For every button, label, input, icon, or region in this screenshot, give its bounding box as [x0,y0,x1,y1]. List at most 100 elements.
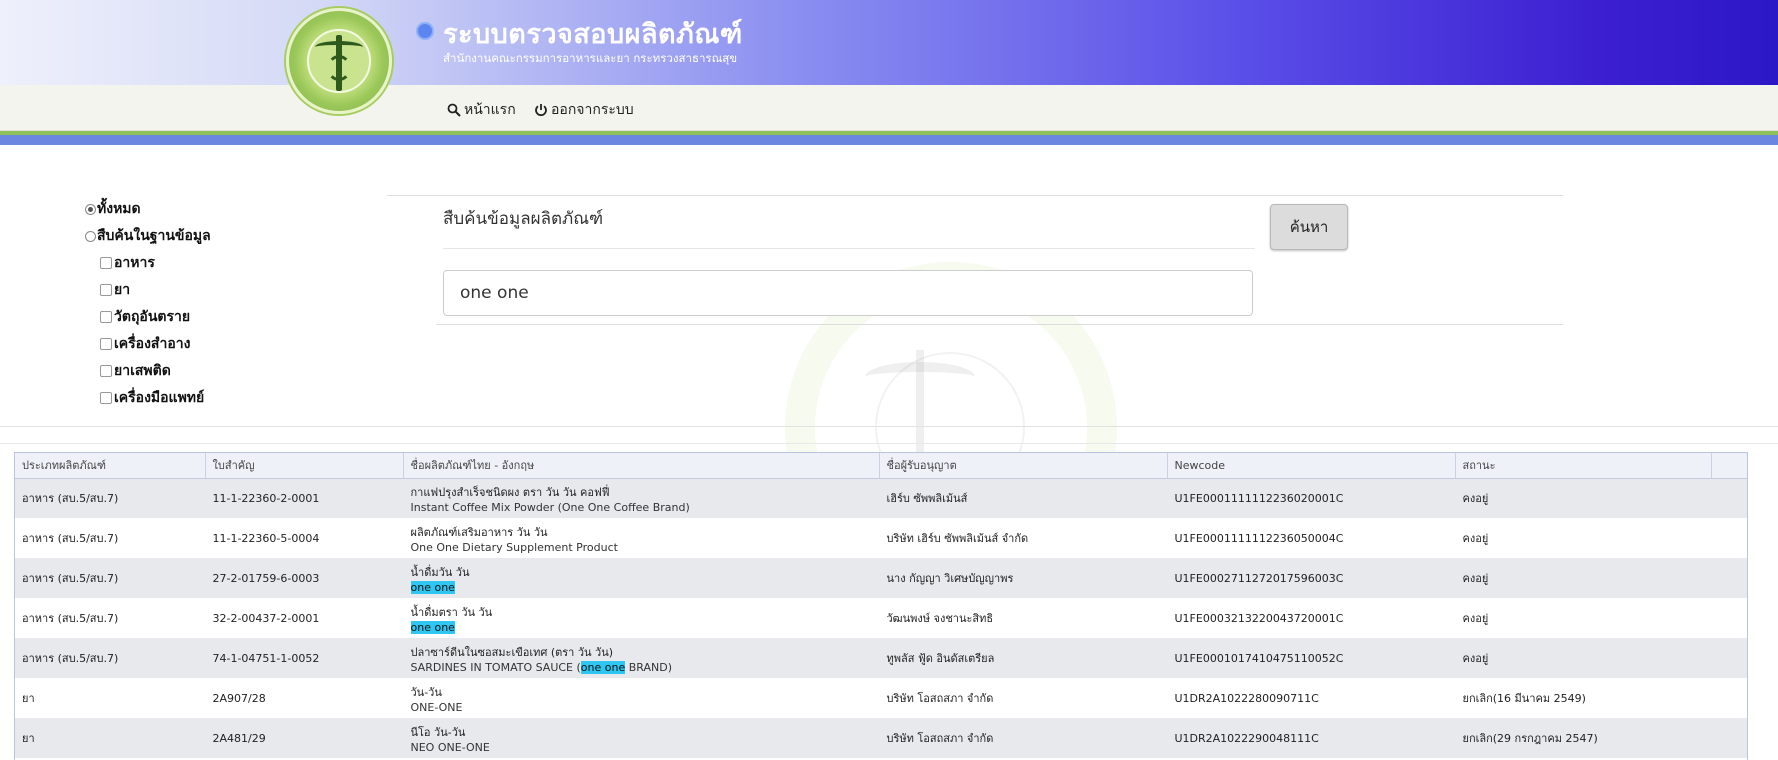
checkbox-medical-device[interactable]: เครื่องมือแพทย์ [100,387,204,409]
checkbox-drug-control[interactable] [100,284,112,296]
cell-status: ยกเลิก(29 กรกฎาคม 2547) [1462,732,1598,745]
cell-licensee: บริษัท เฮิร์บ ซัพพลิเม้นส์ จำกัด [886,532,1029,545]
checkbox-food[interactable]: อาหาร [100,252,155,274]
cell-spacer [1711,638,1747,678]
column-header-newcode[interactable]: Newcode [1167,453,1456,479]
cell-product-name: กาแฟปรุงสำเร็จชนิดผง ตรา วัน วัน คอฟฟี่ … [403,478,879,518]
search-highlight: one one [410,580,455,594]
cell-product-name: ผลิตภัณฑ์เสริมอาหาร วัน วัน One One Diet… [403,518,879,558]
cell-spacer [1711,478,1747,518]
table-row[interactable]: ยา 2A907/28 วัน-วัน ONE-ONE บริษัท โอสถส… [15,678,1747,718]
results-table-container[interactable]: ประเภทผลิตภัณฑ์ ใบสำคัญ ชื่อผลิตภัณฑ์ไทย… [14,452,1748,760]
checkbox-narcotic-control[interactable] [100,365,112,377]
search-highlight: one one [580,660,626,674]
product-name-en: one one [410,580,872,594]
column-header-spacer [1711,453,1747,479]
checkbox-food-label: อาหาร [114,255,155,271]
product-name-en: one one [410,620,872,634]
page-title: ระบบตรวจสอบผลิตภัณฑ์ [443,19,743,50]
table-row[interactable]: อาหาร (สบ.5/สบ.7) 27-2-01759-6-0003 น้ำด… [15,558,1747,598]
nav-bar: หน้าแรก ออกจากระบบ [0,85,1778,131]
cell-status: ยกเลิก(16 มีนาคม 2549) [1462,692,1586,705]
cell-licensee: ทูพลัส ฟู้ด อินดัสเตรียล [886,652,995,665]
cell-product-name: ปลาซาร์ดีนในซอสมะเขือเทศ (ตรา วัน วัน) S… [403,638,879,678]
cell-type: ยา [22,732,35,745]
cell-newcode: U1FE0002711272017596003C [1174,571,1344,585]
checkbox-narcotic-label: ยาเสพติด [114,363,171,379]
cell-spacer [1711,718,1747,758]
cell-licensee: วัฒนพงษ์ จงชานะสิทธิ [886,612,994,625]
radio-all[interactable]: ทั้งหมด [85,198,141,220]
nav-logout-link[interactable]: ออกจากระบบ [534,99,634,121]
cell-status: คงอยู่ [1462,492,1489,506]
results-table: ประเภทผลิตภัณฑ์ ใบสำคัญ ชื่อผลิตภัณฑ์ไทย… [15,453,1747,758]
table-row[interactable]: อาหาร (สบ.5/สบ.7) 11-1-22360-2-0001 กาแฟ… [15,478,1747,518]
checkbox-drug[interactable]: ยา [100,279,130,301]
product-name-th: นีโอ วัน-วัน [410,725,466,739]
nav-logout-label: ออกจากระบบ [551,102,634,118]
table-row[interactable]: อาหาร (สบ.5/สบ.7) 32-2-00437-2-0001 น้ำด… [15,598,1747,638]
header-stripe-blue [0,135,1778,145]
checkbox-hazardous-control[interactable] [100,311,112,323]
radio-database-control[interactable] [85,230,96,242]
power-icon [535,104,547,117]
search-panel-divider [443,248,1255,249]
fda-logo [286,8,392,114]
nav-home-link[interactable]: หน้าแรก [447,99,516,121]
nav-home-label: หน้าแรก [464,102,516,118]
column-header-type[interactable]: ประเภทผลิตภัณฑ์ [15,453,206,479]
cell-newcode: U1FE0001111112236020001C [1174,491,1344,505]
table-row[interactable]: อาหาร (สบ.5/สบ.7) 11-1-22360-5-0004 ผลิต… [15,518,1747,558]
column-header-status[interactable]: สถานะ [1455,453,1712,479]
cell-licensee: บริษัท โอสถสภา จำกัด [886,692,994,705]
product-name-en: NEO ONE-ONE [410,740,490,754]
section-divider [0,443,1778,444]
checkbox-hazardous[interactable]: วัตถุอันตราย [100,306,190,328]
search-input[interactable]: one one [443,270,1253,316]
checkbox-cosmetic[interactable]: เครื่องสำอาง [100,333,190,355]
checkbox-medical-device-control[interactable] [100,392,112,404]
cell-licensee: เฮิร์บ ซัพพลิเม้นส์ [886,492,968,506]
product-name-th: ปลาซาร์ดีนในซอสมะเขือเทศ (ตรา วัน วัน) [410,645,614,659]
checkbox-cosmetic-control[interactable] [100,338,112,350]
cell-spacer [1711,678,1747,718]
radio-all-control[interactable] [85,203,96,215]
product-name-th: วัน-วัน [410,685,442,699]
cell-product-name: วัน-วัน ONE-ONE [403,678,879,718]
checkbox-hazardous-label: วัตถุอันตราย [114,309,191,325]
column-header-license[interactable]: ใบสำคัญ [205,453,404,479]
cell-spacer [1711,598,1747,638]
column-header-licensee[interactable]: ชื่อผู้รับอนุญาต [879,453,1168,479]
column-header-product-name[interactable]: ชื่อผลิตภัณฑ์ไทย - อังกฤษ [403,453,880,479]
table-row[interactable]: อาหาร (สบ.5/สบ.7) 74-1-04751-1-0052 ปลาซ… [15,638,1747,678]
product-name-th: น้ำดื่มตรา วัน วัน [410,605,493,619]
cell-newcode: U1FE0001111112236050004C [1174,531,1344,545]
cell-type: อาหาร (สบ.5/สบ.7) [22,652,119,665]
cell-product-name: น้ำดื่มตรา วัน วัน one one [403,598,879,638]
product-name-en: One One Dietary Supplement Product [410,540,618,554]
cell-newcode: U1FE0001017410475110052C [1174,651,1344,665]
cell-license: 32-2-00437-2-0001 [212,611,320,625]
cell-status: คงอยู่ [1462,612,1489,625]
product-name-en-prefix: SARDINES IN TOMATO SAUCE ( [410,660,581,674]
checkbox-food-control[interactable] [100,257,112,269]
cell-license: 2A481/29 [212,731,266,745]
checkbox-narcotic[interactable]: ยาเสพติด [100,360,171,382]
cell-product-name: น้ำดื่มวัน วัน one one [403,558,879,598]
cell-licensee: บริษัท โอสถสภา จำกัด [886,732,994,745]
search-button[interactable]: ค้นหา [1270,204,1348,250]
table-row[interactable]: ยา 2A481/29 นีโอ วัน-วัน NEO ONE-ONE บริ… [15,718,1747,758]
radio-database-label: สืบค้นในฐานข้อมูล [97,228,211,244]
search-label: สืบค้นข้อมูลผลิตภัณฑ์ [443,209,604,229]
radio-database[interactable]: สืบค้นในฐานข้อมูล [85,225,211,247]
product-name-th: น้ำดื่มวัน วัน [410,565,470,579]
product-name-en: ONE-ONE [410,700,463,714]
search-highlight: one one [410,620,455,634]
cell-license: 74-1-04751-1-0052 [212,651,320,665]
cell-spacer [1711,518,1747,558]
table-header-row: ประเภทผลิตภัณฑ์ ใบสำคัญ ชื่อผลิตภัณฑ์ไทย… [15,453,1747,479]
product-name-en-suffix: BRAND) [625,660,672,674]
caduceus-snake-icon [327,55,351,81]
cell-status: คงอยู่ [1462,532,1489,545]
product-name-en: SARDINES IN TOMATO SAUCE (one one BRAND) [410,660,872,674]
